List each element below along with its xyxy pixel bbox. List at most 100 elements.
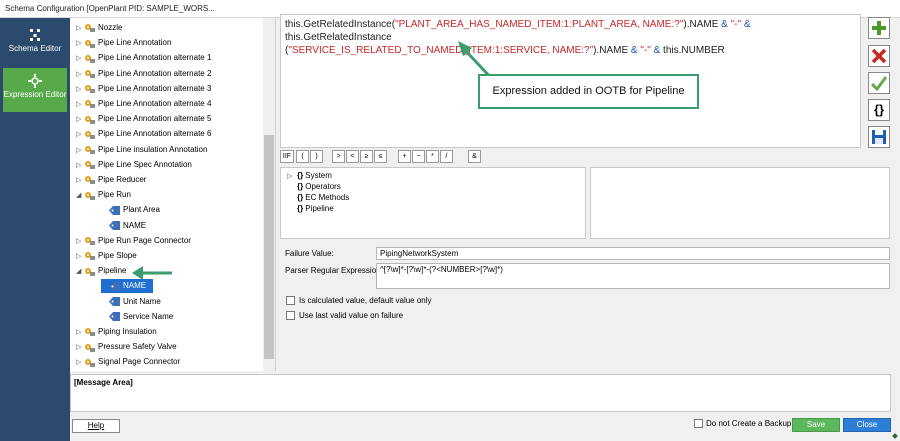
add-button[interactable]: [868, 17, 890, 39]
tree-node[interactable]: ▷ Pipe Line Annotation: [76, 36, 171, 50]
nav-expression-editor[interactable]: Expression Editor: [3, 68, 67, 112]
plus-icon: [872, 21, 886, 35]
braces-button[interactable]: {}: [868, 99, 890, 121]
expr-token: ).NAME: [593, 45, 631, 56]
nav-schema-editor[interactable]: Schema Editor: [3, 22, 67, 66]
tree-node[interactable]: ▷ Pipe Line Annotation alternate 1: [76, 51, 211, 65]
tree-node-label: Pressure Safety Valve: [98, 342, 177, 352]
tree-node[interactable]: ▷ Pipe Line Annotation alternate 4: [76, 97, 211, 111]
expander-icon[interactable]: ◢: [76, 265, 84, 279]
tree-node[interactable]: ▷ Pipe Line Annotation alternate 5: [76, 112, 211, 126]
class-gear-icon: [85, 252, 95, 261]
expr-token: this.GetRelatedInstance: [285, 32, 392, 43]
validate-button[interactable]: [868, 72, 890, 94]
tree-node[interactable]: ▷ Pipe Line Annotation alternate 2: [76, 67, 211, 81]
tree-node[interactable]: Unit Name: [101, 295, 161, 309]
nav-label: Expression Editor: [3, 90, 67, 99]
expr-string: "-": [637, 45, 654, 56]
tree-node[interactable]: Service Name: [101, 310, 173, 324]
save-button[interactable]: Save: [792, 418, 840, 432]
class-tree[interactable]: ▷ Nozzle ▷ Pipe Line Annotation ▷ Pipe Line A…: [70, 18, 276, 371]
tree-node[interactable]: ▷ Signal Page Connector: [76, 355, 180, 369]
failure-value-input[interactable]: PipingNetworkSystem: [376, 247, 890, 260]
tree-node[interactable]: ▷ Nozzle: [76, 21, 122, 35]
tree-node[interactable]: ▷ Pipe Slope: [76, 249, 137, 263]
expander-icon[interactable]: ▷: [76, 341, 84, 355]
tree-node[interactable]: ◢ Pipeline: [76, 264, 126, 278]
function-tree[interactable]: ▷{} System {} Operators {} EC Methods {} Pipeli…: [280, 167, 586, 239]
operator-button[interactable]: *: [426, 150, 439, 163]
tree-node[interactable]: ▷ Pipe Reducer: [76, 173, 146, 187]
tree-node-label: Pipe Line Annotation alternate 4: [98, 99, 212, 108]
function-node[interactable]: {} Pipeline: [287, 204, 334, 213]
class-gear-icon: [85, 54, 95, 63]
tree-node-label: Service Name: [123, 311, 174, 321]
operator-button[interactable]: IIF: [280, 150, 294, 163]
tree-node[interactable]: NAME: [101, 219, 146, 233]
function-label: EC Methods: [305, 193, 350, 202]
expander-icon[interactable]: ▷: [76, 326, 84, 340]
expander-icon[interactable]: ▷: [76, 144, 84, 158]
resize-grip-icon[interactable]: [892, 433, 898, 439]
operator-button[interactable]: /: [440, 150, 453, 163]
tree-node[interactable]: ▷ Pressure Safety Valve: [76, 340, 177, 354]
last-valid-label: Use last valid value on failure: [299, 311, 404, 320]
expander-icon[interactable]: ▷: [76, 174, 84, 188]
operator-button[interactable]: −: [412, 150, 425, 163]
expander-icon[interactable]: ▷: [76, 235, 84, 249]
expander-icon[interactable]: ▷: [76, 128, 84, 142]
parser-regex-input[interactable]: ^[?\w]*-[?\w]*-(?<NUMBER>[?\w]*): [376, 263, 890, 289]
class-gear-icon: [85, 24, 95, 33]
expander-icon[interactable]: ▷: [76, 83, 84, 97]
operator-button[interactable]: <: [346, 150, 359, 163]
function-node[interactable]: {} Operators: [287, 182, 341, 191]
braces-icon: {}: [297, 193, 304, 202]
calculated-value-checkbox[interactable]: [286, 296, 295, 305]
last-valid-checkbox[interactable]: [286, 311, 295, 320]
tree-node-label: Nozzle: [98, 23, 123, 32]
tree-node-label: Plant Area: [123, 205, 160, 215]
tree-node[interactable]: Plant Area: [101, 203, 160, 217]
operator-button[interactable]: +: [398, 150, 411, 163]
tree-node[interactable]: ▷ Pipe Line insulation Annotation: [76, 143, 207, 157]
operator-button[interactable]: ≤: [374, 150, 387, 163]
expander-icon[interactable]: ▷: [76, 356, 84, 370]
function-node[interactable]: ▷{} System: [287, 171, 332, 180]
operator-button[interactable]: ≥: [360, 150, 373, 163]
property-tag-icon: [109, 220, 120, 230]
tree-node-label: Pipe Line Spec Annotation: [98, 159, 192, 169]
operator-button[interactable]: &: [468, 150, 481, 163]
save-expression-button[interactable]: [868, 126, 890, 148]
tree-node[interactable]: ▷ Pipe Run Page Connector: [76, 234, 191, 248]
tree-node[interactable]: ◢ Pipe Run: [76, 188, 131, 202]
tree-node-label: Signal Page Connector: [98, 357, 181, 367]
operator-button[interactable]: >: [332, 150, 345, 163]
expander-icon[interactable]: ▷: [76, 159, 84, 173]
tree-node-label: Unit Name: [123, 296, 161, 306]
tree-node[interactable]: ▷ Pipe Line Spec Annotation: [76, 158, 192, 172]
operator-button[interactable]: ): [310, 150, 323, 163]
expander-icon[interactable]: ▷: [76, 113, 84, 127]
tree-node-label: Pipe Line Annotation: [98, 38, 172, 48]
expander-icon[interactable]: ▷: [76, 22, 84, 36]
close-button[interactable]: Close: [843, 418, 891, 432]
expander-icon[interactable]: ▷: [76, 52, 84, 66]
expander-icon[interactable]: ▷: [287, 172, 297, 180]
expander-icon[interactable]: ▷: [76, 250, 84, 264]
operator-button[interactable]: (: [296, 150, 309, 163]
tree-node-label: Pipe Line Annotation alternate 3: [98, 83, 212, 93]
tree-node[interactable]: ▷ Piping Insulation: [76, 325, 157, 339]
message-area: [Message Area]: [70, 374, 891, 412]
tree-scroll-thumb[interactable]: [264, 135, 274, 359]
no-backup-checkbox[interactable]: [694, 419, 703, 428]
tree-node[interactable]: ▷ Pipe Line Annotation alternate 6: [76, 127, 211, 141]
delete-button[interactable]: [868, 45, 890, 67]
class-gear-icon: [85, 328, 95, 337]
tree-node[interactable]: ▷ Pipe Line Annotation alternate 3: [76, 82, 211, 96]
function-node[interactable]: {} EC Methods: [287, 193, 349, 202]
expander-icon[interactable]: ▷: [76, 68, 84, 82]
expander-icon[interactable]: ▷: [76, 37, 84, 51]
help-button[interactable]: Help: [72, 419, 120, 433]
expander-icon[interactable]: ◢: [76, 189, 84, 203]
expander-icon[interactable]: ▷: [76, 98, 84, 112]
